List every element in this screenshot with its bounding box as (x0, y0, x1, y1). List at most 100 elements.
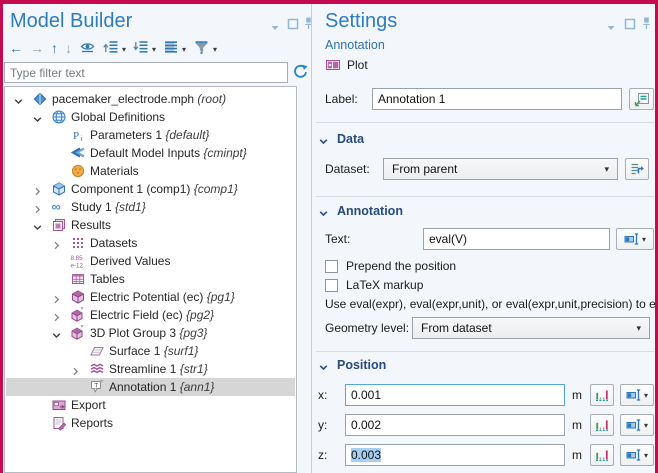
tree-item-label: Component 1 (comp1) {comp1} (71, 182, 238, 196)
position-y-input[interactable]: 0.002 (345, 414, 565, 436)
tree-item-annotation-1[interactable]: T*Annotation 1 {ann1} (6, 378, 295, 396)
range-icon (594, 417, 610, 433)
tree-item-default-model-inputs[interactable]: Default Model Inputs {cminpt} (6, 144, 295, 162)
settings-subtitle-link[interactable]: Annotation (325, 38, 385, 52)
chevron-down-icon[interactable]: ▾ (182, 45, 186, 54)
insert-expression-button[interactable]: ▾ (620, 444, 654, 466)
dataset-select[interactable]: From parent ▾ (383, 158, 618, 180)
tree-item-tag: {pg3} (176, 326, 207, 340)
expand-all-button[interactable]: ▾ (133, 40, 156, 58)
tree-item-3d-plot-group-3[interactable]: *3D Plot Group 3 {pg3} (6, 324, 295, 342)
insert-expression-icon (626, 417, 642, 433)
tree-item-electric-field-ec[interactable]: *Electric Field (ec) {pg2} (6, 306, 295, 324)
section-separator (316, 122, 654, 123)
tree-item-streamline-1[interactable]: Streamline 1 {str1} (6, 360, 295, 378)
chevron-down-icon[interactable] (606, 20, 616, 38)
tree-item-tag: {pg1} (203, 290, 234, 304)
expand-chevron-icon[interactable] (32, 184, 43, 195)
collapse-section-icon (318, 206, 329, 217)
back-button[interactable]: ← (9, 40, 23, 58)
tree-item-derived-values[interactable]: 8.85e-12Derived Values (6, 252, 295, 270)
chevron-down-icon: ▾ (642, 235, 646, 244)
tree-item-label: Datasets (90, 236, 137, 250)
filter-input[interactable] (4, 62, 288, 83)
prepend-position-checkbox[interactable] (325, 260, 338, 273)
expand-chevron-icon[interactable] (51, 292, 62, 303)
label-input[interactable]: Annotation 1 (372, 88, 622, 110)
collapse-section-icon (318, 134, 329, 145)
position-y-label: y: (318, 418, 327, 432)
chevron-down-icon[interactable]: ▾ (213, 45, 217, 54)
geometry-level-select[interactable]: From dataset ▾ (412, 317, 650, 339)
list-view-icon (163, 39, 179, 60)
svg-text:T: T (94, 382, 98, 389)
insert-expression-icon (626, 387, 642, 403)
position-x-input[interactable]: 0.001 (345, 384, 565, 406)
float-icon[interactable] (624, 17, 636, 35)
expand-chevron-icon[interactable] (32, 202, 43, 213)
tree-item-results[interactable]: Results (6, 216, 295, 234)
position-section-title: Position (337, 358, 386, 372)
annotation-section-header[interactable]: Annotation (318, 204, 403, 218)
move-down-button[interactable]: ↓ (65, 40, 72, 58)
tree-item-component-1-comp1[interactable]: Component 1 (comp1) {comp1} (6, 180, 295, 198)
forward-button[interactable]: → (30, 40, 44, 58)
annotation-text-value: eval(V) (429, 232, 467, 246)
collapse-chevron-icon[interactable] (51, 328, 62, 339)
annotation-text-input[interactable]: eval(V) (423, 228, 610, 250)
chevron-down-icon: ▾ (604, 164, 609, 175)
tree-item-surface-1[interactable]: Surface 1 {surf1} (6, 342, 295, 360)
position-z-label: z: (318, 448, 327, 462)
move-up-button[interactable]: ↑ (51, 40, 58, 58)
tree-item-study-1[interactable]: ∞Study 1 {std1} (6, 198, 295, 216)
tree-item-electric-potential-ec[interactable]: Electric Potential (ec) {pg1} (6, 288, 295, 306)
chevron-down-icon[interactable]: ▾ (152, 45, 156, 54)
go-to-source-button[interactable] (625, 158, 649, 180)
position-y-value: 0.002 (351, 418, 381, 432)
latex-markup-checkbox[interactable] (325, 279, 338, 292)
collapse-chevron-icon[interactable] (32, 220, 43, 231)
tree-item-materials[interactable]: Materials (6, 162, 295, 180)
insert-expression-button[interactable]: ▾ (620, 414, 654, 436)
global-definitions-icon (51, 109, 67, 125)
tree-item-global-definitions[interactable]: Global Definitions (6, 108, 295, 126)
expand-chevron-icon[interactable] (70, 364, 81, 375)
component-icon (51, 181, 67, 197)
show-button[interactable] (79, 40, 96, 58)
position-z-input[interactable]: 0.003 (345, 444, 565, 466)
list-view-button[interactable]: ▾ (163, 40, 186, 58)
expand-chevron-icon[interactable] (51, 238, 62, 249)
collapse-chevron-icon[interactable] (32, 112, 43, 123)
refresh-icon[interactable] (292, 63, 310, 81)
rename-button[interactable] (629, 88, 654, 110)
float-icon[interactable] (287, 17, 299, 35)
datasets-icon (70, 235, 86, 251)
tree-item-parameters-1[interactable]: PiParameters 1 {default} (6, 126, 295, 144)
chevron-down-icon[interactable] (270, 20, 280, 38)
tree-item-datasets[interactable]: Datasets (6, 234, 295, 252)
collapse-chevron-icon[interactable] (13, 94, 24, 105)
position-section-header[interactable]: Position (318, 358, 386, 372)
range-button[interactable] (590, 414, 614, 436)
study-icon: ∞ (51, 199, 67, 215)
tree-item-reports[interactable]: Reports (6, 414, 295, 432)
comsol-window: Model Builder ←→↑↓▾▾▾▾ pacemaker_electro… (0, 0, 658, 473)
tree-item-pacemaker-electrode-mph[interactable]: pacemaker_electrode.mph (root) (6, 90, 295, 108)
range-button[interactable] (590, 444, 614, 466)
range-button[interactable] (590, 384, 614, 406)
insert-expression-button[interactable]: ▾ (620, 384, 654, 406)
tree-item-label: Export (71, 398, 106, 412)
plot-button[interactable]: Plot (325, 57, 368, 73)
expand-chevron-icon[interactable] (51, 310, 62, 321)
pin-icon[interactable] (641, 16, 652, 35)
filter-button[interactable]: ▾ (193, 40, 217, 58)
chevron-down-icon[interactable]: ▾ (122, 45, 126, 54)
data-section-header[interactable]: Data (318, 132, 364, 146)
tree-item-label: Electric Field (ec) {pg2} (90, 308, 214, 322)
insert-expression-button[interactable]: ▾ (616, 228, 654, 250)
tree-item-tables[interactable]: Tables (6, 270, 295, 288)
svg-text:*: * (100, 379, 103, 388)
collapse-all-button[interactable]: ▾ (103, 40, 126, 58)
chevron-down-icon: ▾ (636, 323, 641, 334)
tree-item-export[interactable]: Export (6, 396, 295, 414)
